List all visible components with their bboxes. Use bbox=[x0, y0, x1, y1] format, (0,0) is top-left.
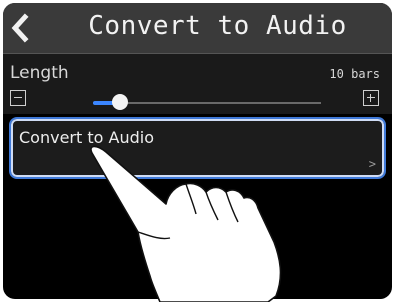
device-screen: Convert to Audio Length 10 bars Convert … bbox=[3, 3, 392, 299]
chevron-left-icon bbox=[11, 13, 29, 43]
length-label: Length bbox=[10, 63, 69, 83]
minus-icon[interactable] bbox=[10, 90, 26, 106]
back-button[interactable] bbox=[3, 3, 47, 53]
slider-thumb[interactable] bbox=[112, 94, 129, 110]
length-slider[interactable] bbox=[93, 94, 321, 110]
chevron-right-icon: > bbox=[368, 157, 376, 171]
page-title: Convert to Audio bbox=[88, 11, 347, 41]
plus-icon[interactable] bbox=[363, 90, 379, 106]
convert-label: Convert to Audio bbox=[19, 128, 154, 147]
convert-to-audio-item[interactable]: Convert to Audio > bbox=[9, 117, 386, 179]
length-value: 10 bars bbox=[329, 67, 380, 81]
title-bar: Convert to Audio bbox=[3, 3, 392, 54]
length-setting: Length 10 bars bbox=[3, 54, 392, 114]
